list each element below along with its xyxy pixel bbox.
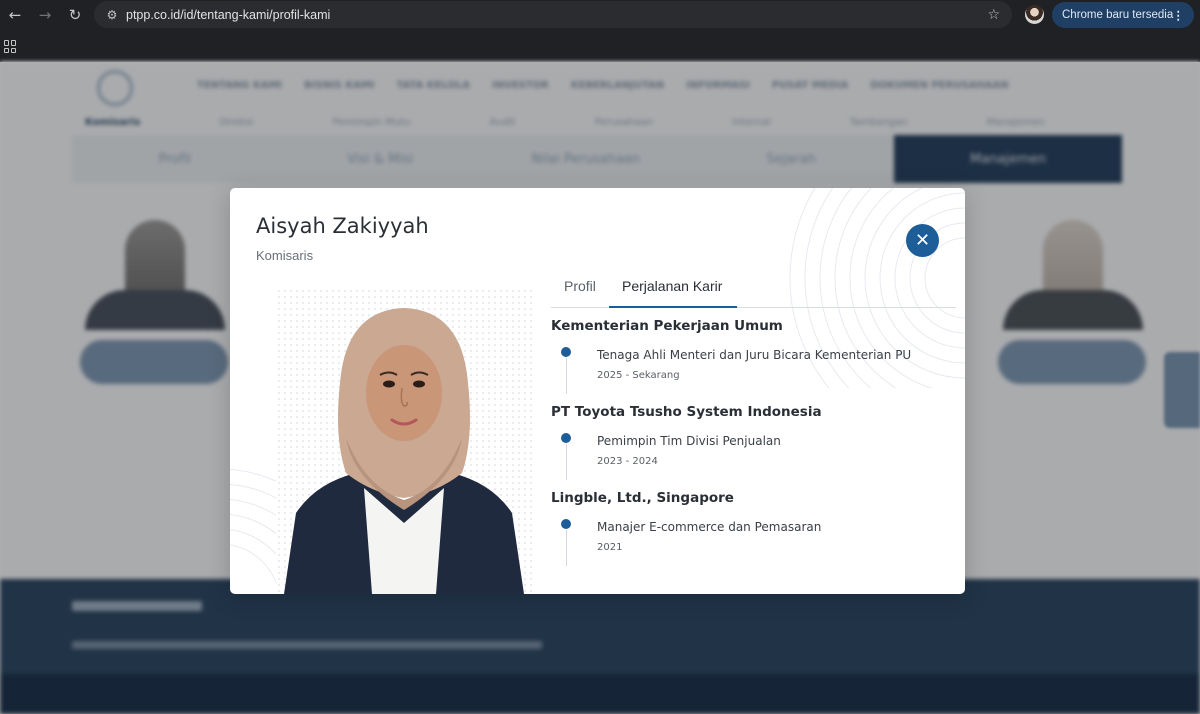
- person-name: Aisyah Zakiyyah: [256, 214, 429, 238]
- reload-icon: ↻: [68, 6, 82, 24]
- close-button[interactable]: ✕: [906, 224, 939, 257]
- timeline-line: [565, 444, 567, 480]
- position-period: 2025 - Sekarang: [597, 370, 680, 381]
- position-title: Pemimpin Tim Divisi Penjualan: [597, 434, 781, 448]
- timeline-dot: [561, 433, 571, 443]
- modal-tabs: Profil Perjalanan Karir: [551, 270, 956, 308]
- close-icon: ✕: [914, 230, 931, 251]
- tab-profil[interactable]: Profil: [564, 278, 596, 294]
- company-name: PT Toyota Tsusho System Indonesia: [551, 404, 822, 420]
- apps-grid-icon[interactable]: [4, 40, 17, 53]
- position-period: 2023 - 2024: [597, 456, 658, 467]
- timeline-dot: [561, 519, 571, 529]
- position-title: Manajer E-commerce dan Pemasaran: [597, 520, 822, 534]
- career-timeline: Kementerian Pekerjaan Umum Tenaga Ahli M…: [551, 318, 951, 576]
- chrome-update-button[interactable]: Chrome baru tersedia ⋮: [1052, 2, 1194, 28]
- company-name: Lingble, Ltd., Singapore: [551, 490, 734, 506]
- career-entry: Pemimpin Tim Divisi Penjualan 2023 - 202…: [551, 430, 951, 480]
- reload-button[interactable]: ↻: [60, 0, 90, 30]
- address-bar[interactable]: ⚙ ptpp.co.id/id/tentang-kami/profil-kami…: [94, 1, 1012, 28]
- back-button[interactable]: ←: [0, 0, 30, 30]
- position-period: 2021: [597, 542, 623, 553]
- person-role: Komisaris: [256, 248, 314, 263]
- more-vert-icon: ⋮: [1172, 10, 1185, 22]
- active-tab-indicator: [609, 306, 737, 308]
- tune-icon[interactable]: ⚙: [98, 8, 126, 22]
- position-title: Tenaga Ahli Menteri dan Juru Bicara Keme…: [597, 348, 912, 362]
- arrow-left-icon: ←: [8, 6, 22, 24]
- career-entry: Manajer E-commerce dan Pemasaran 2021: [551, 516, 951, 566]
- star-icon[interactable]: ☆: [987, 7, 1000, 23]
- tab-perjalanan-karir[interactable]: Perjalanan Karir: [622, 278, 722, 294]
- forward-button[interactable]: →: [30, 0, 60, 30]
- portrait-illustration: [284, 308, 524, 594]
- company-name: Kementerian Pekerjaan Umum: [551, 318, 783, 334]
- career-entry: Tenaga Ahli Menteri dan Juru Bicara Keme…: [551, 344, 951, 394]
- timeline-dot: [561, 347, 571, 357]
- bookmarks-bar: [0, 30, 1200, 62]
- url-text[interactable]: ptpp.co.id/id/tentang-kami/profil-kami: [126, 8, 330, 22]
- timeline-line: [565, 530, 567, 566]
- profile-modal: Aisyah Zakiyyah Komisaris ✕ Profil Perja…: [230, 188, 965, 594]
- avatar[interactable]: [1025, 5, 1044, 24]
- browser-toolbar: ← → ↻ ⚙ ptpp.co.id/id/tentang-kami/profi…: [0, 0, 1200, 30]
- timeline-line: [565, 358, 567, 394]
- chrome-update-label: Chrome baru tersedia: [1062, 9, 1174, 21]
- person-photo: [276, 288, 532, 594]
- arrow-right-icon: →: [38, 6, 52, 24]
